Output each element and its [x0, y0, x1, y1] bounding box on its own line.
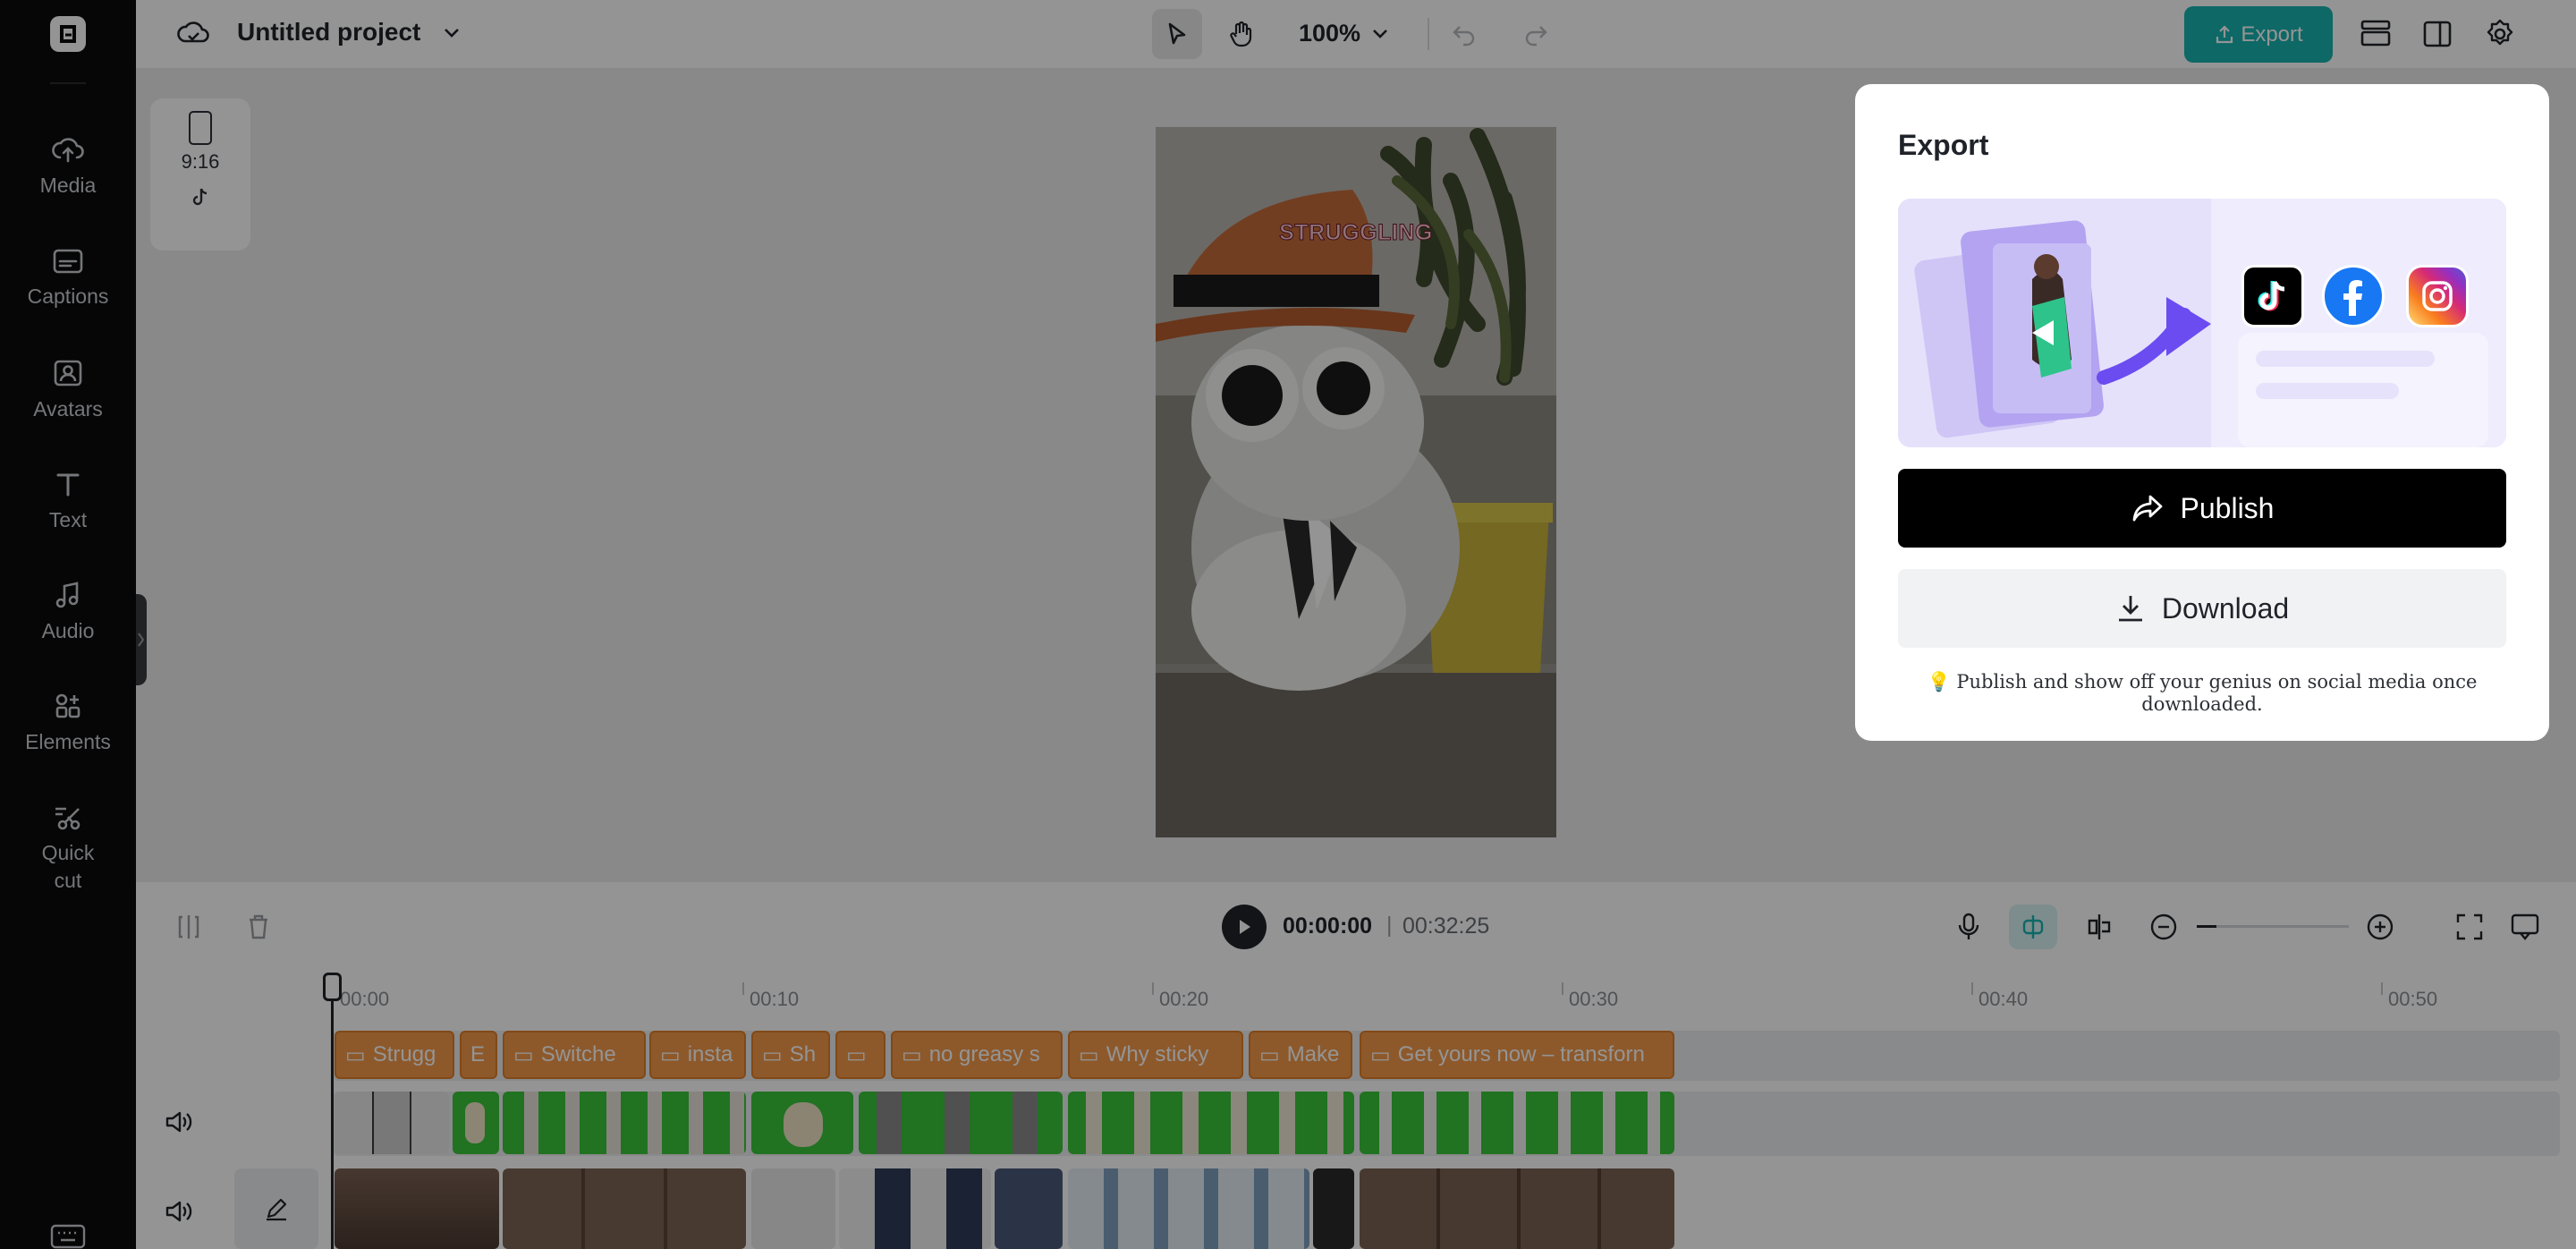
facebook-icon — [2322, 265, 2385, 327]
download-icon — [2118, 596, 2142, 622]
publish-button[interactable]: Publish — [1898, 469, 2506, 548]
export-banner-illustration — [1898, 199, 2506, 447]
export-panel: Export Publish Download 💡 Publish and sh… — [1855, 84, 2549, 741]
instagram-icon — [2406, 265, 2469, 327]
download-button[interactable]: Download — [1898, 569, 2506, 648]
download-button-label: Download — [2161, 591, 2290, 624]
publish-button-label: Publish — [2180, 491, 2275, 524]
export-panel-title: Export — [1898, 129, 1989, 161]
export-tip-text: 💡 Publish and show off your genius on so… — [1927, 671, 2478, 715]
share-arrow-icon — [2132, 495, 2162, 522]
tiktok-icon — [2241, 265, 2304, 327]
